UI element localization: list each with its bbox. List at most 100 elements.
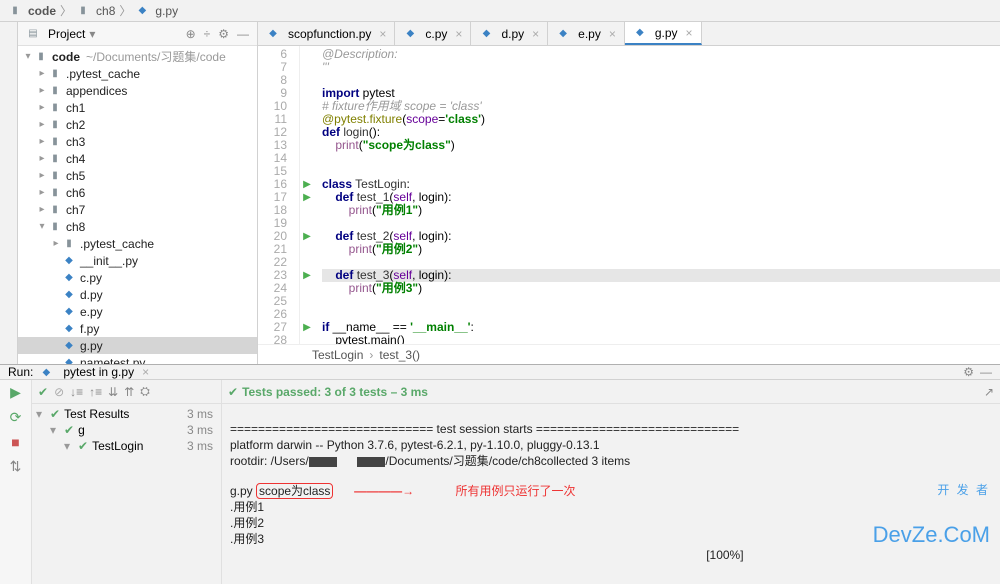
tree-row[interactable]: ◆e.py [18,303,257,320]
editor-tab[interactable]: ◆d.py× [471,22,548,45]
tree-label: c.py [80,271,102,285]
tree-row[interactable]: ◆__init__.py [18,252,257,269]
tree-row[interactable]: ◆nametest.py [18,354,257,364]
stop-icon[interactable]: ■ [11,434,19,450]
code-area[interactable]: 6789101112131415161718192021222324252627… [258,46,1000,344]
tree-row[interactable]: ▸▮.pytest_cache [18,235,257,252]
tree-label: ch6 [66,186,85,200]
redacted [309,457,337,467]
folder-icon: ▮ [48,118,62,132]
dropdown-icon[interactable]: ▾ [89,27,95,41]
tree-arrow-icon[interactable]: ▸ [36,68,48,79]
editor-tab[interactable]: ◆c.py× [395,22,471,45]
tree-row[interactable]: ▸▮ch3 [18,133,257,150]
tree-row[interactable]: ▸▮appendices [18,82,257,99]
pytest-icon: ◆ [39,365,53,379]
sort-icon[interactable]: ↓≡ [70,385,83,399]
tree-row[interactable]: ◆g.py [18,337,257,354]
python-file-icon: ◆ [62,322,76,336]
folder-icon: ▮ [48,203,62,217]
close-icon[interactable]: × [532,27,539,41]
hide-panel-icon[interactable]: — [980,365,992,379]
code-content[interactable]: @Description:''' import pytest# fixture作… [314,46,1000,344]
test-tree-row[interactable]: ▾✔TestLogin3 ms [36,438,217,454]
show-passed-icon[interactable]: ✔ [38,385,48,399]
tree-arrow-icon[interactable]: ▾ [64,439,74,453]
settings-icon[interactable]: ⇅ [10,458,22,475]
tree-arrow-icon[interactable]: ▸ [36,204,48,215]
breadcrumb-root[interactable]: ▮code [8,4,56,18]
expand-all-icon[interactable]: ⇈ [124,385,134,399]
project-sidebar: ▤ Project ▾ ⊕ ÷ ⚙ — ▾▮code~/Documents/习题… [18,22,258,364]
test-tree-row[interactable]: ▾✔g3 ms [36,422,217,438]
tree-row[interactable]: ▸▮.pytest_cache [18,65,257,82]
project-tree[interactable]: ▾▮code~/Documents/习题集/code▸▮.pytest_cach… [18,46,257,364]
tree-arrow-icon[interactable]: ▾ [50,423,60,437]
tree-arrow-icon[interactable]: ▸ [36,187,48,198]
divide-icon[interactable]: ÷ [204,27,211,41]
breadcrumb-file[interactable]: ◆g.py [135,4,178,18]
collapse-icon[interactable]: ⇊ [108,385,118,399]
python-file-icon: ◆ [633,26,647,40]
tree-row[interactable]: ▸▮ch7 [18,201,257,218]
tree-arrow-icon[interactable]: ▾ [36,221,48,232]
tree-arrow-icon[interactable]: ▾ [36,407,46,421]
tree-row[interactable]: ▸▮ch2 [18,116,257,133]
gear-icon[interactable]: ⚙ [963,365,974,379]
line-numbers: 6789101112131415161718192021222324252627… [258,46,300,344]
export-icon[interactable]: ↗ [984,385,994,399]
tree-label: ch1 [66,101,85,115]
expand-icon[interactable]: ↑≡ [89,385,102,399]
tree-row[interactable]: ▾▮code~/Documents/习题集/code [18,48,257,65]
close-icon[interactable]: × [455,27,462,41]
tree-arrow-icon[interactable]: ▾ [22,51,34,62]
gear-icon[interactable]: ⚙ [218,27,229,41]
tree-label: ch4 [66,152,85,166]
breadcrumb-folder[interactable]: ▮ch8 [76,4,115,18]
hide-icon[interactable]: — [237,27,249,41]
close-icon[interactable]: × [142,365,149,379]
tree-row[interactable]: ◆f.py [18,320,257,337]
watermark: 开 发 者 DevZe.CoM [845,446,990,584]
tree-row[interactable]: ▾▮ch8 [18,218,257,235]
rerun-failed-icon[interactable]: ⟳ [10,409,22,426]
tree-arrow-icon[interactable]: ▸ [36,153,48,164]
tree-label: nametest.py [80,356,145,365]
test-tree-row[interactable]: ▾✔Test Results3 ms [36,406,217,422]
tree-row[interactable]: ▸▮ch1 [18,99,257,116]
tree-label: ch5 [66,169,85,183]
editor-tab[interactable]: ◆scopfunction.py× [258,22,395,45]
test-time: 3 ms [187,423,217,437]
left-tool-rail[interactable] [0,22,18,364]
python-file-icon: ◆ [62,271,76,285]
tree-row[interactable]: ▸▮ch4 [18,150,257,167]
show-ignored-icon[interactable]: ⊘ [54,385,64,399]
run-label: Run: [8,365,33,379]
tree-row[interactable]: ◆ c.py [18,269,257,286]
close-icon[interactable]: × [609,27,616,41]
collapse-icon[interactable]: ⊕ [186,27,196,41]
tree-row[interactable]: ▸▮ch5 [18,167,257,184]
pass-icon: ✔ [50,407,60,421]
gutter-marks[interactable]: ▶▶▶▶▶ [300,46,314,344]
options-icon[interactable]: ⛭ [140,384,150,399]
tree-arrow-icon[interactable]: ▸ [36,170,48,181]
editor-breadcrumb[interactable]: TestLogin›test_3() [258,344,1000,364]
tree-arrow-icon[interactable]: ▸ [36,119,48,130]
tree-arrow-icon[interactable]: ▸ [36,136,48,147]
project-title[interactable]: Project [48,27,85,41]
editor-tab[interactable]: ◆e.py× [548,22,625,45]
run-config-name[interactable]: pytest in g.py [63,365,134,379]
close-icon[interactable]: × [379,27,386,41]
close-icon[interactable]: × [686,26,693,40]
tree-label: ch8 [66,220,85,234]
python-file-icon: ◆ [62,254,76,268]
tree-arrow-icon[interactable]: ▸ [50,238,62,249]
tree-row[interactable]: ▸▮ch6 [18,184,257,201]
tree-row[interactable]: ◆d.py [18,286,257,303]
editor-tab[interactable]: ◆g.py× [625,22,702,45]
rerun-icon[interactable]: ▶ [10,384,21,401]
console-output[interactable]: ============================= test sessi… [222,404,1000,584]
tree-arrow-icon[interactable]: ▸ [36,85,48,96]
tree-arrow-icon[interactable]: ▸ [36,102,48,113]
